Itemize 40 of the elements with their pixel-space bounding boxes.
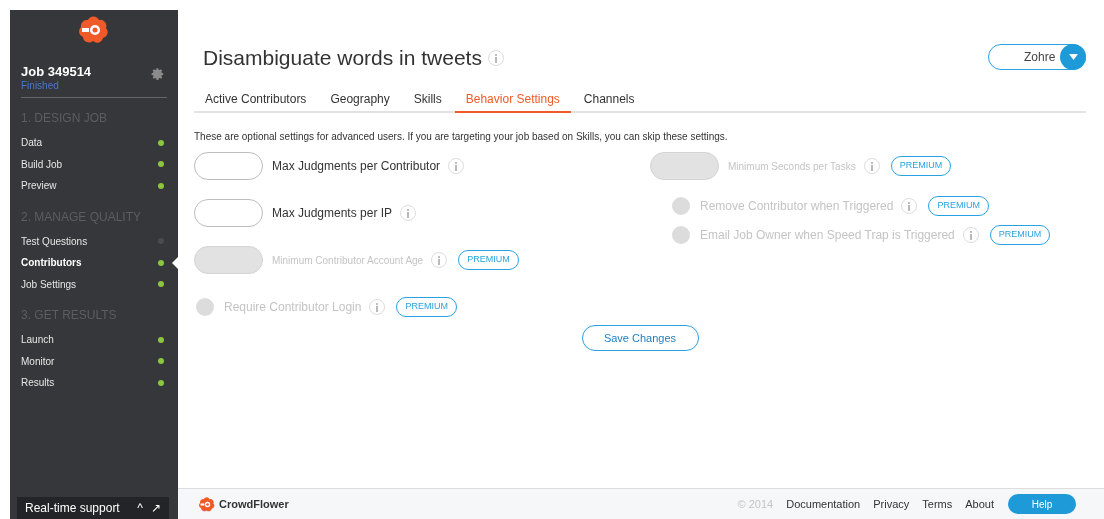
tab[interactable]: Active Contributors xyxy=(194,86,318,113)
setting-label: Max Judgments per IP xyxy=(272,205,393,222)
number-field[interactable] xyxy=(194,199,263,227)
setting-label: Minimum Contributor Account Age xyxy=(272,253,424,268)
gear-icon[interactable] xyxy=(151,67,165,81)
intro-text: These are optional settings for advanced users. If you are targeting your job based on Skills, you can skip these settings. xyxy=(194,130,729,144)
tab[interactable]: Skills xyxy=(402,86,453,113)
setting-label: Max Judgments per Contributor xyxy=(272,158,441,175)
sidebar-item[interactable]: Monitor xyxy=(21,353,55,369)
job-title: Job 349514 xyxy=(21,64,92,80)
number-field[interactable] xyxy=(194,152,263,180)
sidebar-item[interactable]: Build Job xyxy=(21,156,63,172)
support-bar[interactable]: Real-time support ^ ↗ xyxy=(17,497,169,519)
page-title: Disambiguate words in tweets xyxy=(203,45,482,71)
footer-link[interactable]: About xyxy=(965,495,994,513)
tab[interactable]: Channels xyxy=(572,86,646,113)
footer-link[interactable]: Documentation xyxy=(786,495,861,513)
popout-icon[interactable]: ↗ xyxy=(151,499,161,517)
sidebar-item[interactable]: Job Settings xyxy=(21,276,77,292)
job-status: Finished xyxy=(21,80,60,92)
flower-logo-icon xyxy=(78,16,110,44)
tab[interactable]: Geography xyxy=(319,86,401,113)
selection-pointer xyxy=(172,257,178,269)
caret-icon xyxy=(1060,44,1086,70)
setting-label: Remove Contributor when Triggered xyxy=(700,198,894,215)
sidebar-item[interactable]: Test Questions xyxy=(21,233,88,249)
sidebar-item[interactable]: Preview xyxy=(21,178,57,194)
collapse-icon[interactable]: ^ xyxy=(137,499,143,517)
support-label: Real-time support xyxy=(25,500,120,517)
footer-link[interactable]: Privacy xyxy=(873,495,910,513)
setting-label: Require Contributor Login xyxy=(224,299,362,316)
tab[interactable]: Behavior Settings xyxy=(454,86,571,113)
sidebar-item[interactable]: Contributors xyxy=(21,255,82,271)
flower-logo-icon xyxy=(198,496,216,512)
sidebar-item[interactable]: Results xyxy=(21,375,55,391)
sidebar-item[interactable]: Launch xyxy=(21,332,54,348)
footer-link[interactable]: Terms xyxy=(922,495,953,513)
brand-name: CrowdFlower xyxy=(219,496,289,512)
sidebar-item[interactable]: Data xyxy=(21,135,43,151)
save-button[interactable]: Save Changes xyxy=(581,325,699,351)
